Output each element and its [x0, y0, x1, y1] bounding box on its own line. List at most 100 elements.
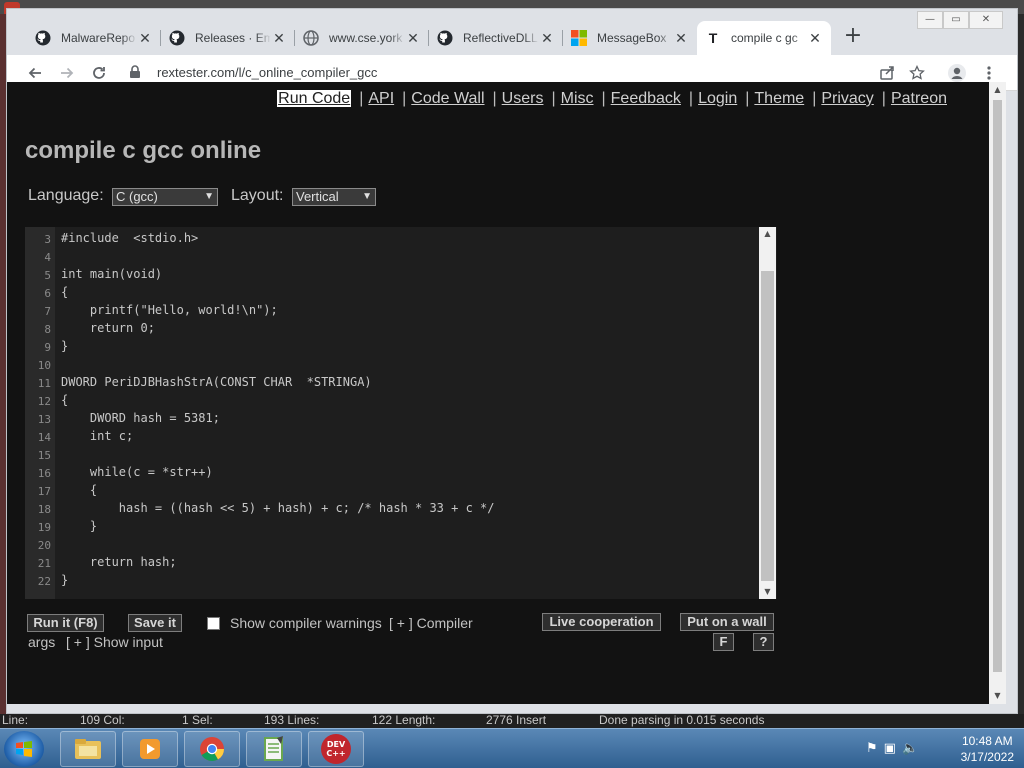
new-tab-button[interactable]: + [841, 25, 865, 49]
line-number: 4 [44, 251, 51, 264]
nav-divider: | [359, 90, 364, 107]
taskbar: DEV C++ ⚑▣🔈 10:48 AM 3/17/2022 [0, 728, 1024, 768]
nav-divider: | [812, 90, 817, 107]
args-label[interactable]: args [28, 634, 55, 650]
layout-value: Vertical [296, 189, 339, 204]
close-icon[interactable]: ✕ [405, 30, 421, 47]
tab-messagebox[interactable]: MessageBox ✕ [563, 21, 697, 55]
f-button[interactable]: F [713, 633, 734, 651]
tab-malwarerepo[interactable]: MalwareRepo ✕ [27, 21, 161, 55]
t-icon: T [708, 30, 718, 46]
nav-run-code[interactable]: Run Code [277, 90, 352, 107]
code-line: return 0; [61, 321, 155, 335]
devcpp-icon[interactable]: DEV C++ [308, 731, 364, 767]
github-icon [437, 30, 453, 46]
code-line: } [61, 573, 69, 587]
page-scroll-thumb[interactable] [993, 100, 1002, 672]
tab-cse-york[interactable]: www.cse.york ✕ [295, 21, 429, 55]
status-lines: 193 Lines: [264, 713, 320, 727]
tab-releases[interactable]: Releases · Em ✕ [161, 21, 295, 55]
notepad-icon[interactable] [246, 731, 302, 767]
line-number: 19 [37, 521, 51, 534]
nav-code-wall[interactable]: Code Wall [411, 90, 484, 107]
page-viewport: Run Code | API | Code Wall | Users | Misc | Feedba… [7, 82, 989, 704]
clock-date: 3/17/2022 [960, 750, 1014, 764]
editor-scrollbar[interactable]: ▲ ▼ [759, 227, 776, 599]
line-number: 14 [37, 431, 51, 444]
clock-time: 10:48 AM [961, 734, 1013, 748]
nav-divider: | [402, 90, 407, 107]
tab-strip: MalwareRepo ✕ Releases · Em ✕ www.cse.yo… [7, 9, 1017, 55]
nav-api[interactable]: API [368, 90, 394, 107]
system-tray-icons[interactable]: ⚑▣🔈 [866, 741, 924, 756]
code-line: DWORD hash = 5381; [61, 411, 220, 425]
warnings-checkbox[interactable] [207, 617, 220, 630]
github-icon [169, 30, 185, 46]
scroll-up-icon[interactable]: ▲ [759, 227, 776, 241]
help-button[interactable]: ? [753, 633, 774, 651]
clock[interactable]: 10:48 AM 3/17/2022 [961, 733, 1014, 765]
network-icon[interactable]: ▣ [884, 741, 902, 756]
nav-theme[interactable]: Theme [754, 90, 804, 107]
code-line: { [61, 393, 69, 407]
close-icon[interactable]: ✕ [137, 30, 153, 47]
status-parse: Done parsing in 0.015 seconds [599, 713, 765, 727]
nav-users[interactable]: Users [502, 90, 544, 107]
scroll-down-icon[interactable]: ▼ [759, 585, 776, 599]
nav-divider: | [601, 90, 606, 107]
language-label: Language: [28, 187, 104, 204]
scroll-down-icon[interactable]: ▼ [989, 688, 1006, 704]
tab-title: Releases · Em [195, 31, 271, 45]
nav-privacy[interactable]: Privacy [821, 90, 873, 107]
file-explorer-icon[interactable] [60, 731, 116, 767]
compiler-args-toggle[interactable]: [ + ] Compiler [389, 615, 473, 631]
code-line: } [61, 339, 69, 353]
layout-select[interactable]: Vertical ▼ [292, 188, 376, 206]
nav-misc[interactable]: Misc [561, 90, 594, 107]
code-line: { [61, 483, 98, 497]
close-icon[interactable]: ✕ [539, 30, 555, 47]
page-scrollbar[interactable]: ▲ ▼ [989, 82, 1006, 704]
microsoft-icon [571, 30, 587, 46]
address-text[interactable]: rextester.com/l/c_online_compiler_gcc [157, 65, 377, 80]
line-number: 16 [37, 467, 51, 480]
save-button[interactable]: Save it [128, 614, 182, 632]
close-icon[interactable]: ✕ [673, 30, 689, 47]
line-number: 6 [44, 287, 51, 300]
action-center-icon[interactable]: ⚑ [866, 741, 884, 756]
status-col: 109 Col: [80, 713, 125, 727]
nav-patreon[interactable]: Patreon [891, 90, 947, 107]
tab-compile-c-gcc[interactable]: T compile c gc ✕ [697, 21, 831, 55]
live-cooperation-button[interactable]: Live cooperation [542, 613, 661, 631]
code-line: return hash; [61, 555, 177, 569]
close-window-button[interactable]: ✕ [969, 11, 1003, 29]
editor-scroll-thumb[interactable] [761, 271, 774, 581]
code-line: while(c = *str++) [61, 465, 213, 479]
run-button[interactable]: Run it (F8) [27, 614, 104, 632]
put-on-wall-button[interactable]: Put on a wall [680, 613, 774, 631]
line-number-gutter: 3 4 5 6 7 8 9 10 11 12 13 14 15 16 17 18… [25, 227, 55, 599]
windows-start-icon[interactable] [4, 731, 44, 767]
code-editor[interactable]: 3 4 5 6 7 8 9 10 11 12 13 14 15 16 17 18… [25, 227, 777, 599]
media-player-icon[interactable] [122, 731, 178, 767]
volume-icon[interactable]: 🔈 [902, 741, 924, 756]
close-icon[interactable]: ✕ [271, 30, 287, 47]
chrome-icon[interactable] [184, 731, 240, 767]
line-number: 12 [37, 395, 51, 408]
language-value: C (gcc) [116, 189, 158, 204]
close-icon[interactable]: ✕ [807, 30, 823, 47]
tab-reflectivedll[interactable]: ReflectiveDLL ✕ [429, 21, 563, 55]
nav-login[interactable]: Login [698, 90, 737, 107]
code-text[interactable]: #include <stdio.h> int main(void) { prin… [61, 227, 494, 587]
tab-title: MessageBox [597, 31, 667, 45]
nav-feedback[interactable]: Feedback [611, 90, 681, 107]
minimize-button[interactable]: — [917, 11, 943, 29]
code-line: { [61, 285, 69, 299]
restore-button[interactable]: ▭ [943, 11, 969, 29]
code-line: DWORD PeriDJBHashStrA(CONST CHAR *STRING… [61, 375, 372, 389]
language-select[interactable]: C (gcc) ▼ [112, 188, 218, 206]
scroll-up-icon[interactable]: ▲ [989, 82, 1006, 98]
show-input-toggle[interactable]: [ + ] Show input [66, 634, 163, 650]
page-title: compile c gcc online [25, 137, 262, 164]
code-line: #include <stdio.h> [61, 231, 199, 245]
